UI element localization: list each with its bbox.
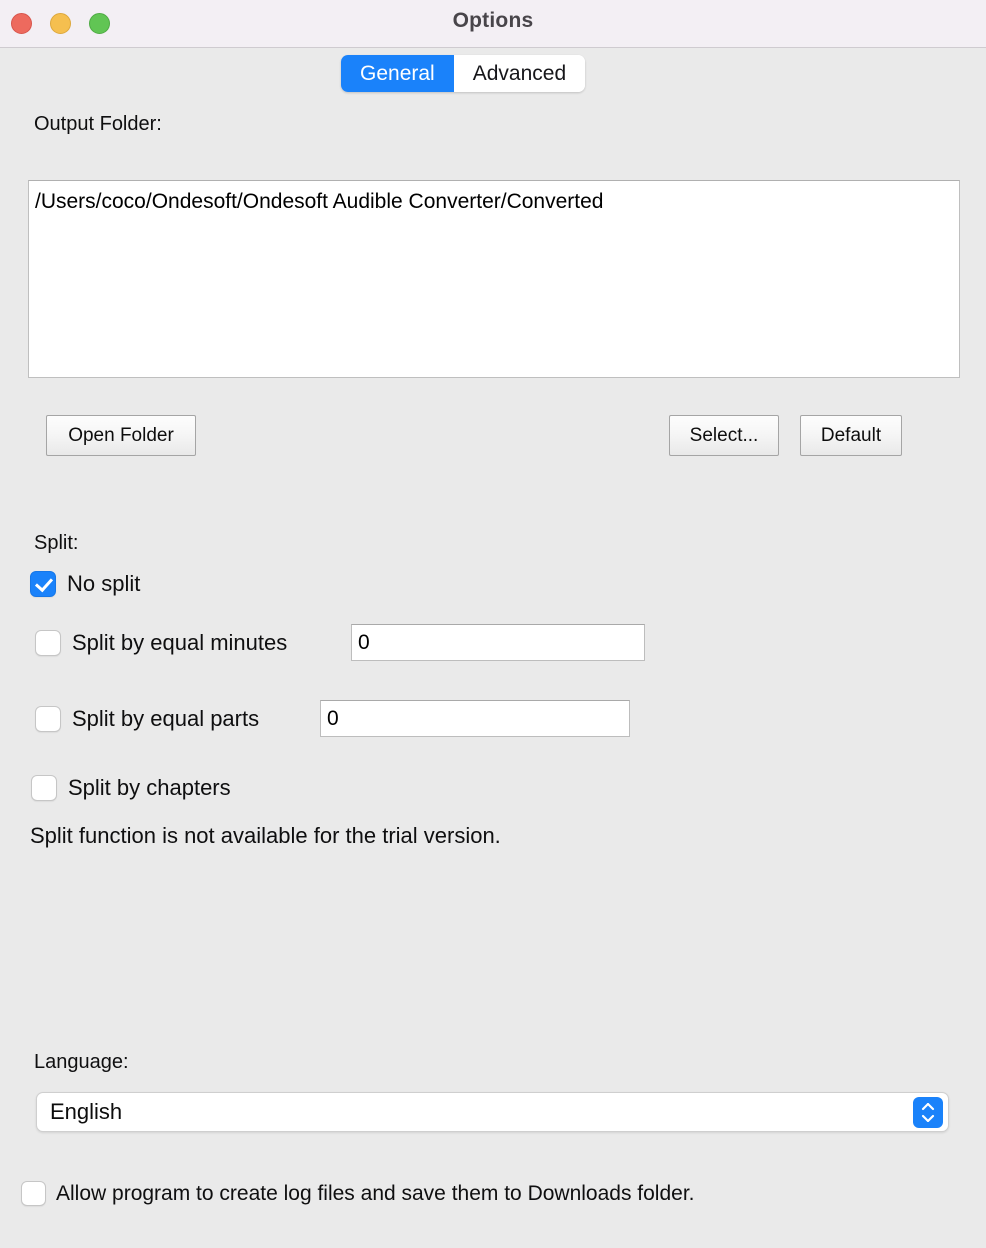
title-bar: Options [0, 0, 986, 48]
checkbox-row-no-split[interactable]: No split [30, 571, 140, 597]
checkbox-label-allow-log-files: Allow program to create log files and sa… [56, 1181, 695, 1205]
options-window: Options General Advanced Output Folder: … [0, 0, 986, 1248]
checkbox-allow-log-files[interactable] [21, 1181, 46, 1206]
checkbox-label-split-by-equal-parts: Split by equal parts [72, 706, 260, 731]
checkbox-row-split-by-equal-minutes[interactable]: Split by equal minutes [35, 630, 287, 656]
checkbox-split-by-equal-parts[interactable] [35, 706, 61, 732]
split-minutes-input[interactable]: 0 [351, 624, 645, 661]
split-section-label: Split: [34, 532, 79, 554]
checkbox-split-by-chapters[interactable] [31, 775, 57, 801]
checkbox-label-split-by-equal-minutes: Split by equal minutes [72, 630, 288, 655]
checkbox-label-split-by-chapters: Split by chapters [68, 775, 231, 800]
trial-version-notice: Split function is not available for the … [30, 823, 501, 848]
checkbox-row-allow-log-files[interactable]: Allow program to create log files and sa… [21, 1181, 695, 1206]
language-select[interactable]: English [36, 1092, 949, 1132]
output-folder-path-field[interactable]: /Users/coco/Ondesoft/Ondesoft Audible Co… [28, 180, 960, 378]
tab-advanced[interactable]: Advanced [453, 55, 586, 92]
default-folder-button[interactable]: Default [800, 415, 902, 456]
language-label: Language: [34, 1051, 129, 1073]
window-title: Options [452, 9, 534, 32]
split-parts-input[interactable]: 0 [320, 700, 630, 737]
output-folder-label: Output Folder: [34, 113, 162, 135]
tab-general[interactable]: General [341, 55, 454, 92]
tab-bar: General Advanced [341, 55, 586, 92]
checkbox-row-split-by-equal-parts[interactable]: Split by equal parts [35, 706, 259, 732]
checkbox-no-split[interactable] [30, 571, 56, 597]
open-folder-button[interactable]: Open Folder [46, 415, 196, 456]
language-selected-value: English [50, 1099, 123, 1124]
select-folder-button[interactable]: Select... [669, 415, 779, 456]
checkbox-split-by-equal-minutes[interactable] [35, 630, 61, 656]
checkbox-row-split-by-chapters[interactable]: Split by chapters [31, 775, 231, 801]
checkbox-label-no-split: No split [67, 571, 141, 596]
chevron-up-down-icon[interactable] [913, 1097, 943, 1128]
